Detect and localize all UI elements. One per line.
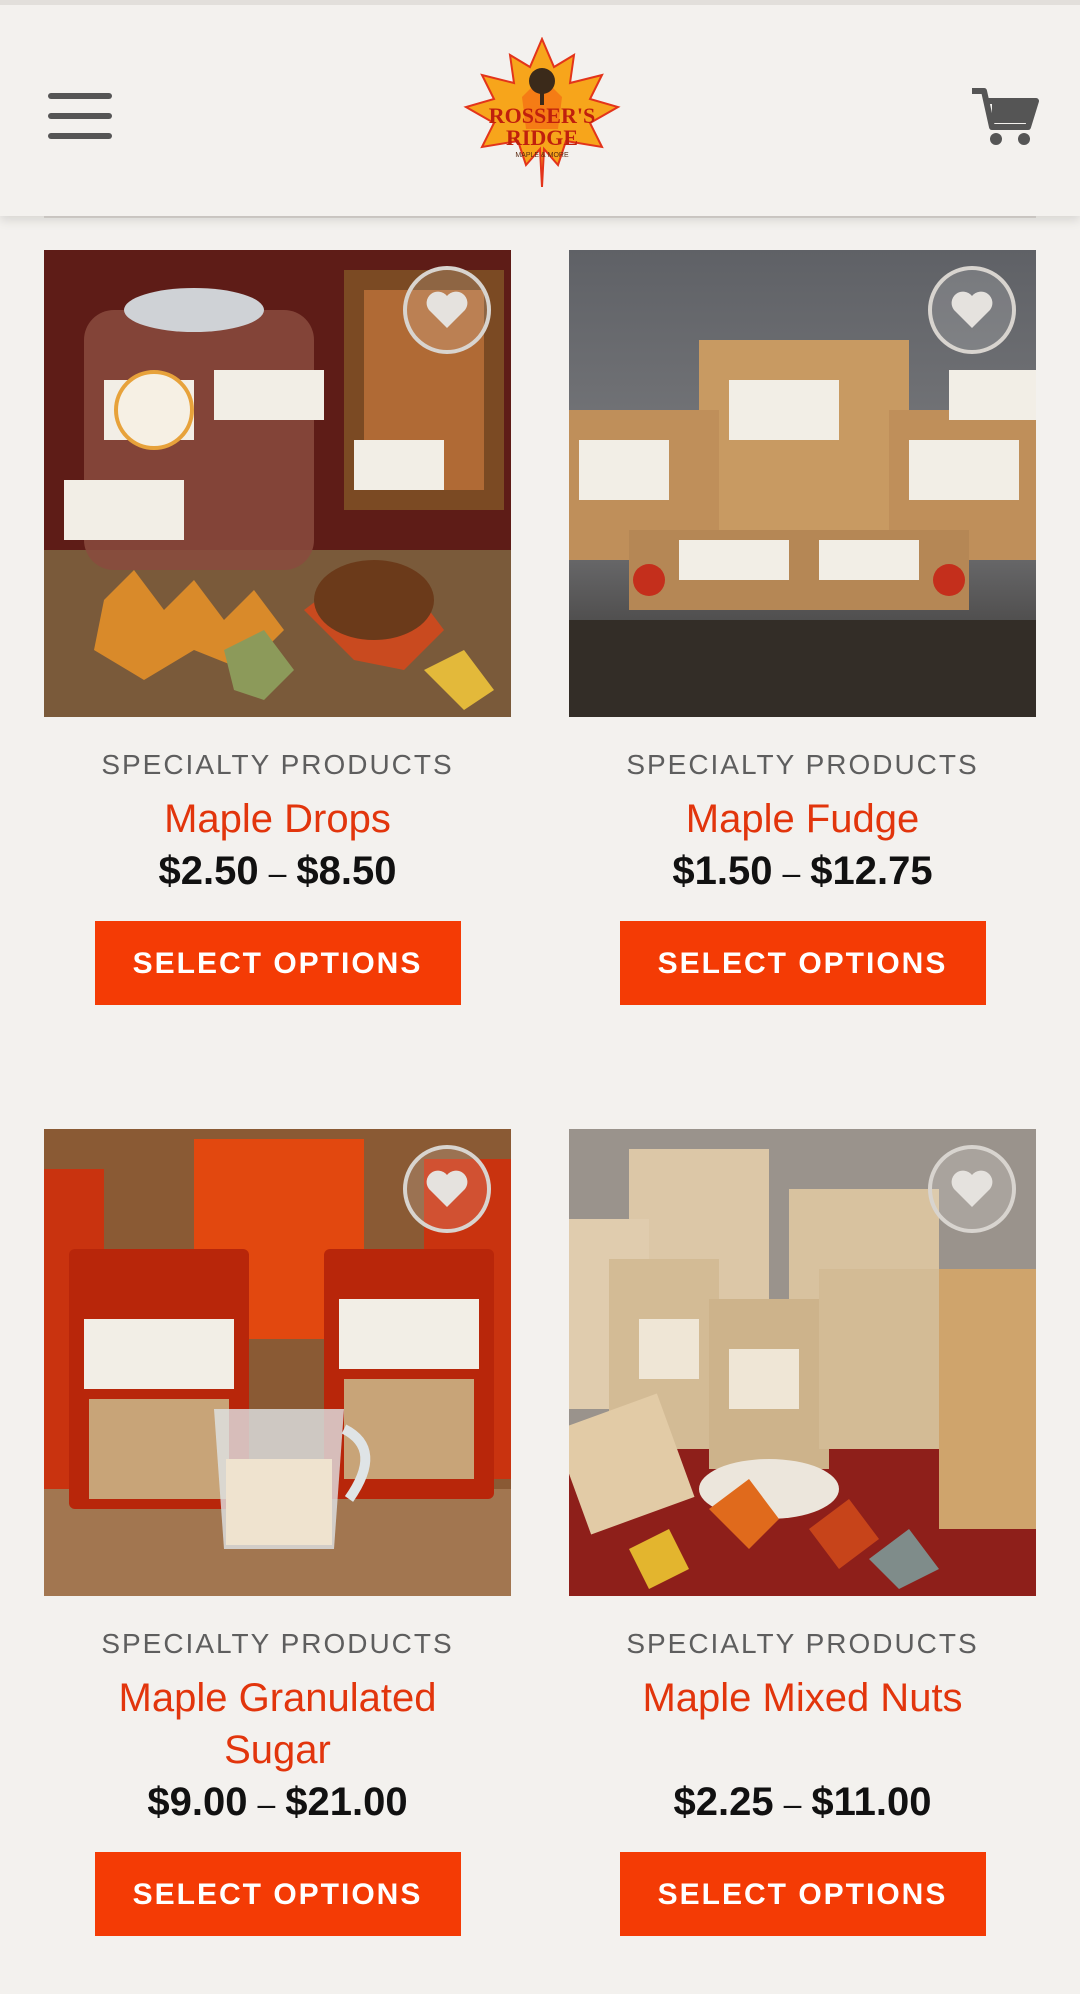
wishlist-heart-button[interactable] — [928, 1145, 1016, 1233]
product-price: $2.50– $8.50 — [44, 845, 511, 899]
price-max: $11.00 — [811, 1780, 932, 1824]
price-separator: – — [782, 855, 801, 891]
product-price: $9.00– $21.00 — [44, 1776, 511, 1830]
price-min: $2.50 — [158, 849, 259, 893]
product-card-maple-granulated-sugar: SPECIALTY PRODUCTS Maple Granulated Suga… — [44, 1129, 511, 1936]
wishlist-heart-button[interactable] — [403, 266, 491, 354]
logo-line2: RIDGE — [506, 125, 578, 150]
price-max: $21.00 — [285, 1780, 408, 1824]
product-name[interactable]: Maple Drops — [44, 793, 511, 845]
product-category[interactable]: SPECIALTY PRODUCTS — [569, 747, 1036, 783]
price-separator: – — [783, 1786, 802, 1822]
header-divider — [44, 216, 1036, 218]
heart-icon — [426, 291, 468, 328]
price-min: $9.00 — [147, 1780, 248, 1824]
select-options-button[interactable]: SELECT OPTIONS — [94, 921, 461, 1005]
wishlist-heart-button[interactable] — [928, 266, 1016, 354]
price-max: $8.50 — [296, 849, 397, 893]
heart-icon — [951, 1170, 993, 1207]
select-options-button[interactable]: SELECT OPTIONS — [94, 1852, 461, 1936]
heart-icon — [951, 291, 993, 328]
product-image[interactable] — [44, 1129, 511, 1596]
price-max: $12.75 — [810, 849, 933, 893]
product-image[interactable] — [44, 250, 511, 717]
select-options-button[interactable]: SELECT OPTIONS — [619, 921, 986, 1005]
price-separator: – — [268, 855, 287, 891]
site-logo[interactable]: ROSSER'S RIDGE MAPLE & MORE — [462, 36, 622, 192]
maple-leaf-logo-icon: ROSSER'S RIDGE MAPLE & MORE — [463, 36, 621, 188]
wishlist-heart-button[interactable] — [403, 1145, 491, 1233]
product-price: $1.50– $12.75 — [569, 845, 1036, 899]
logo-tagline: MAPLE & MORE — [515, 152, 569, 159]
price-separator: – — [257, 1786, 276, 1822]
site-header: ROSSER'S RIDGE MAPLE & MORE — [0, 0, 1080, 216]
product-image[interactable] — [569, 250, 1036, 717]
product-category[interactable]: SPECIALTY PRODUCTS — [44, 747, 511, 783]
product-name[interactable]: Maple Granulated Sugar — [44, 1672, 511, 1776]
product-name[interactable]: Maple Mixed Nuts — [569, 1672, 1036, 1776]
product-card-maple-drops: SPECIALTY PRODUCTS Maple Drops $2.50– $8.… — [44, 250, 511, 1005]
heart-icon — [426, 1170, 468, 1207]
product-card-maple-mixed-nuts: SPECIALTY PRODUCTS Maple Mixed Nuts $2.2… — [569, 1129, 1036, 1936]
product-name[interactable]: Maple Fudge — [569, 793, 1036, 845]
product-category[interactable]: SPECIALTY PRODUCTS — [44, 1626, 511, 1662]
product-card-maple-fudge: SPECIALTY PRODUCTS Maple Fudge $1.50– $12… — [569, 250, 1036, 1005]
price-min: $2.25 — [673, 1780, 774, 1824]
shopping-cart-icon[interactable] — [970, 83, 1040, 153]
product-category[interactable]: SPECIALTY PRODUCTS — [569, 1626, 1036, 1662]
product-image[interactable] — [569, 1129, 1036, 1596]
hamburger-menu-icon[interactable] — [48, 93, 112, 139]
select-options-button[interactable]: SELECT OPTIONS — [619, 1852, 986, 1936]
price-min: $1.50 — [672, 849, 773, 893]
product-price: $2.25– $11.00 — [569, 1776, 1036, 1830]
